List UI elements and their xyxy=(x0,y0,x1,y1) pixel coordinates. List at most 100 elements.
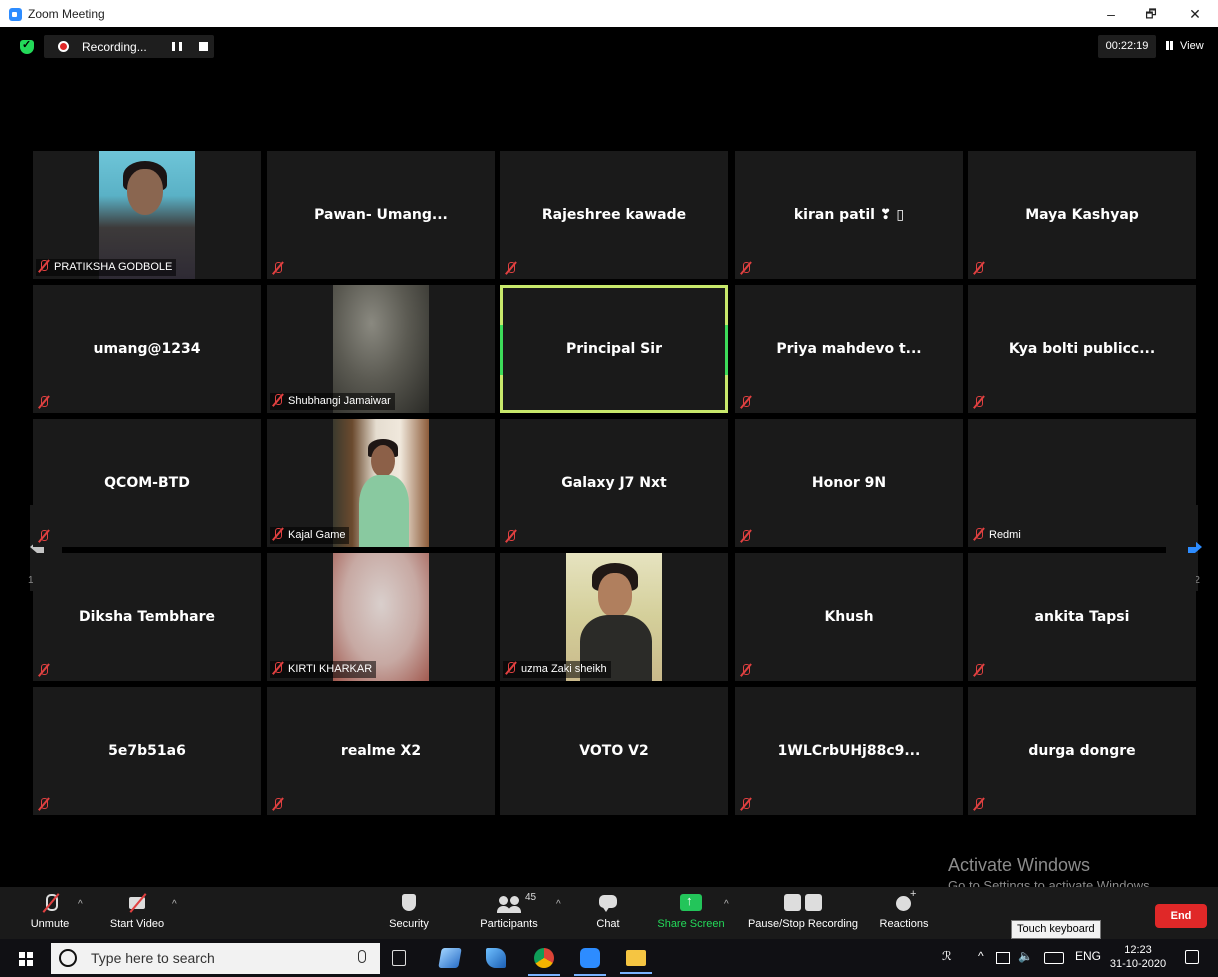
task-view-icon[interactable] xyxy=(392,950,406,966)
participant-tile[interactable]: KIRTI KHARKAR xyxy=(267,553,495,681)
participant-tile[interactable]: Kajal Game xyxy=(267,419,495,547)
pause-recording-icon[interactable] xyxy=(172,42,182,51)
audio-options-caret-icon[interactable]: ^ xyxy=(78,899,83,910)
pause-stop-recording-button[interactable]: Pause/Stop Recording xyxy=(746,893,860,930)
view-button[interactable]: View xyxy=(1166,35,1214,58)
participant-tile[interactable]: kiran patil ❣ ▯ xyxy=(735,151,963,279)
participant-tile[interactable]: Principal Sir xyxy=(500,285,728,413)
participant-tile[interactable]: uzma Zaki sheikh xyxy=(500,553,728,681)
taskbar-search-box[interactable]: Type here to search xyxy=(51,943,380,974)
muted-mic-icon xyxy=(272,261,284,274)
microphone-icon[interactable] xyxy=(358,950,366,963)
participant-tile[interactable]: Rajeshree kawade xyxy=(500,151,728,279)
video-face xyxy=(127,169,163,215)
tablet-app-icon[interactable] xyxy=(438,948,462,968)
file-explorer-icon[interactable] xyxy=(620,950,652,974)
participant-name: Khush xyxy=(824,609,874,625)
start-video-button[interactable]: Start Video xyxy=(104,893,170,930)
participant-tile[interactable]: QCOM-BTD xyxy=(33,419,261,547)
pause-stop-recording-label: Pause/Stop Recording xyxy=(747,918,859,930)
chat-icon xyxy=(597,893,619,913)
action-center-icon[interactable] xyxy=(1185,950,1199,964)
participant-tile[interactable]: PRATIKSHA GODBOLE xyxy=(33,151,261,279)
windows-start-icon[interactable] xyxy=(19,952,33,966)
chat-button[interactable]: Chat xyxy=(590,893,626,930)
show-hidden-icons-icon[interactable]: ^ xyxy=(978,949,984,963)
muted-mic-icon xyxy=(505,261,517,274)
unmute-button[interactable]: Unmute xyxy=(26,893,74,930)
participant-tile[interactable]: Priya mahdevo t... xyxy=(735,285,963,413)
muted-mic-icon xyxy=(505,661,517,674)
keyboard-icon[interactable] xyxy=(1044,952,1064,964)
language-indicator[interactable]: ENG xyxy=(1075,949,1101,963)
participant-tile[interactable]: ankita Tapsi xyxy=(968,553,1196,681)
share-screen-label: Share Screen xyxy=(657,918,725,930)
participant-tile[interactable]: Galaxy J7 Nxt xyxy=(500,419,728,547)
zoom-taskbar-icon[interactable] xyxy=(574,948,606,976)
participant-name: Redmi xyxy=(989,529,1021,541)
participant-name-tag: KIRTI KHARKAR xyxy=(270,661,377,678)
participant-name: Principal Sir xyxy=(566,341,662,357)
participant-name: VOTO V2 xyxy=(579,743,649,759)
video-options-caret-icon[interactable]: ^ xyxy=(172,899,177,910)
muted-mic-icon xyxy=(38,893,62,913)
participant-tile[interactable]: Maya Kashyap xyxy=(968,151,1196,279)
participant-tile[interactable]: Khush xyxy=(735,553,963,681)
participant-name: 5e7b51a6 xyxy=(108,743,186,759)
muted-mic-icon xyxy=(973,527,985,540)
participant-tile[interactable]: Shubhangi Jamaiwar xyxy=(267,285,495,413)
participant-tile[interactable]: Kya bolti publicc... xyxy=(968,285,1196,413)
minimize-button[interactable]: – xyxy=(1096,3,1126,25)
watermark-title: Activate Windows xyxy=(948,855,1091,875)
participants-options-caret-icon[interactable]: ^ xyxy=(556,899,561,910)
reactions-button[interactable]: Reactions xyxy=(878,888,930,930)
security-button[interactable]: Security xyxy=(385,893,433,930)
participant-tile[interactable]: 1WLCrbUHj88c9... xyxy=(735,687,963,815)
end-meeting-button[interactable]: End xyxy=(1155,904,1207,928)
restore-button[interactable]: 🗗 xyxy=(1136,3,1166,25)
participant-name-tag: uzma Zaki sheikh xyxy=(503,661,611,678)
taskbar-clock[interactable]: 12:23 31-10-2020 xyxy=(1108,943,1168,971)
gallery-view: 1/2 1/2 PRATIKSHA GODBOLEPawan- Umang...… xyxy=(0,67,1218,887)
participant-tile[interactable]: realme X2 xyxy=(267,687,495,815)
windows-taskbar: Type here to search ℛ ^ 🔈 ENG 12:23 31-1… xyxy=(0,939,1218,977)
video-face xyxy=(371,445,395,477)
close-button[interactable]: ✕ xyxy=(1180,3,1210,25)
window-title: Zoom Meeting xyxy=(28,7,105,21)
participant-tile[interactable]: 5e7b51a6 xyxy=(33,687,261,815)
recording-indicator: Recording... xyxy=(44,35,214,58)
encryption-shield-icon[interactable] xyxy=(20,38,34,54)
participants-button[interactable]: 45 Participants xyxy=(476,892,542,930)
participant-name-tag: Shubhangi Jamaiwar xyxy=(270,393,395,410)
muted-mic-icon xyxy=(973,261,985,274)
network-icon[interactable] xyxy=(996,952,1010,964)
participant-name: Rajeshree kawade xyxy=(541,207,687,223)
participant-tile[interactable]: Redmi xyxy=(968,419,1196,547)
shield-icon xyxy=(398,893,420,913)
video-off-icon xyxy=(125,893,149,913)
start-video-label: Start Video xyxy=(109,918,165,930)
participant-name: KIRTI KHARKAR xyxy=(288,663,373,675)
video-body xyxy=(359,475,409,547)
participant-name: Galaxy J7 Nxt xyxy=(561,475,667,491)
participant-tile[interactable]: Diksha Tembhare xyxy=(33,553,261,681)
participant-tile[interactable]: Honor 9N xyxy=(735,419,963,547)
pinned-app-icon[interactable] xyxy=(486,948,506,968)
participant-name-tag: PRATIKSHA GODBOLE xyxy=(36,259,177,276)
people-icon[interactable]: ℛ xyxy=(942,949,952,963)
participant-tile[interactable]: VOTO V2 xyxy=(500,687,728,815)
meeting-timer: 00:22:19 xyxy=(1098,35,1156,58)
participant-tile[interactable]: durga dongre xyxy=(968,687,1196,815)
volume-icon[interactable]: 🔈 xyxy=(1018,949,1033,963)
share-options-caret-icon[interactable]: ^ xyxy=(724,899,729,910)
participant-name: umang@1234 xyxy=(93,341,201,357)
chrome-icon[interactable] xyxy=(528,948,560,976)
muted-mic-icon xyxy=(272,797,284,810)
stop-recording-icon[interactable] xyxy=(199,42,208,51)
participant-tile[interactable]: Pawan- Umang... xyxy=(267,151,495,279)
participant-name: Priya mahdevo t... xyxy=(776,341,922,357)
participant-name: kiran patil ❣ ▯ xyxy=(793,207,905,223)
share-screen-button[interactable]: Share Screen xyxy=(656,893,726,930)
participant-tile[interactable]: umang@1234 xyxy=(33,285,261,413)
participant-name: PRATIKSHA GODBOLE xyxy=(54,261,173,273)
